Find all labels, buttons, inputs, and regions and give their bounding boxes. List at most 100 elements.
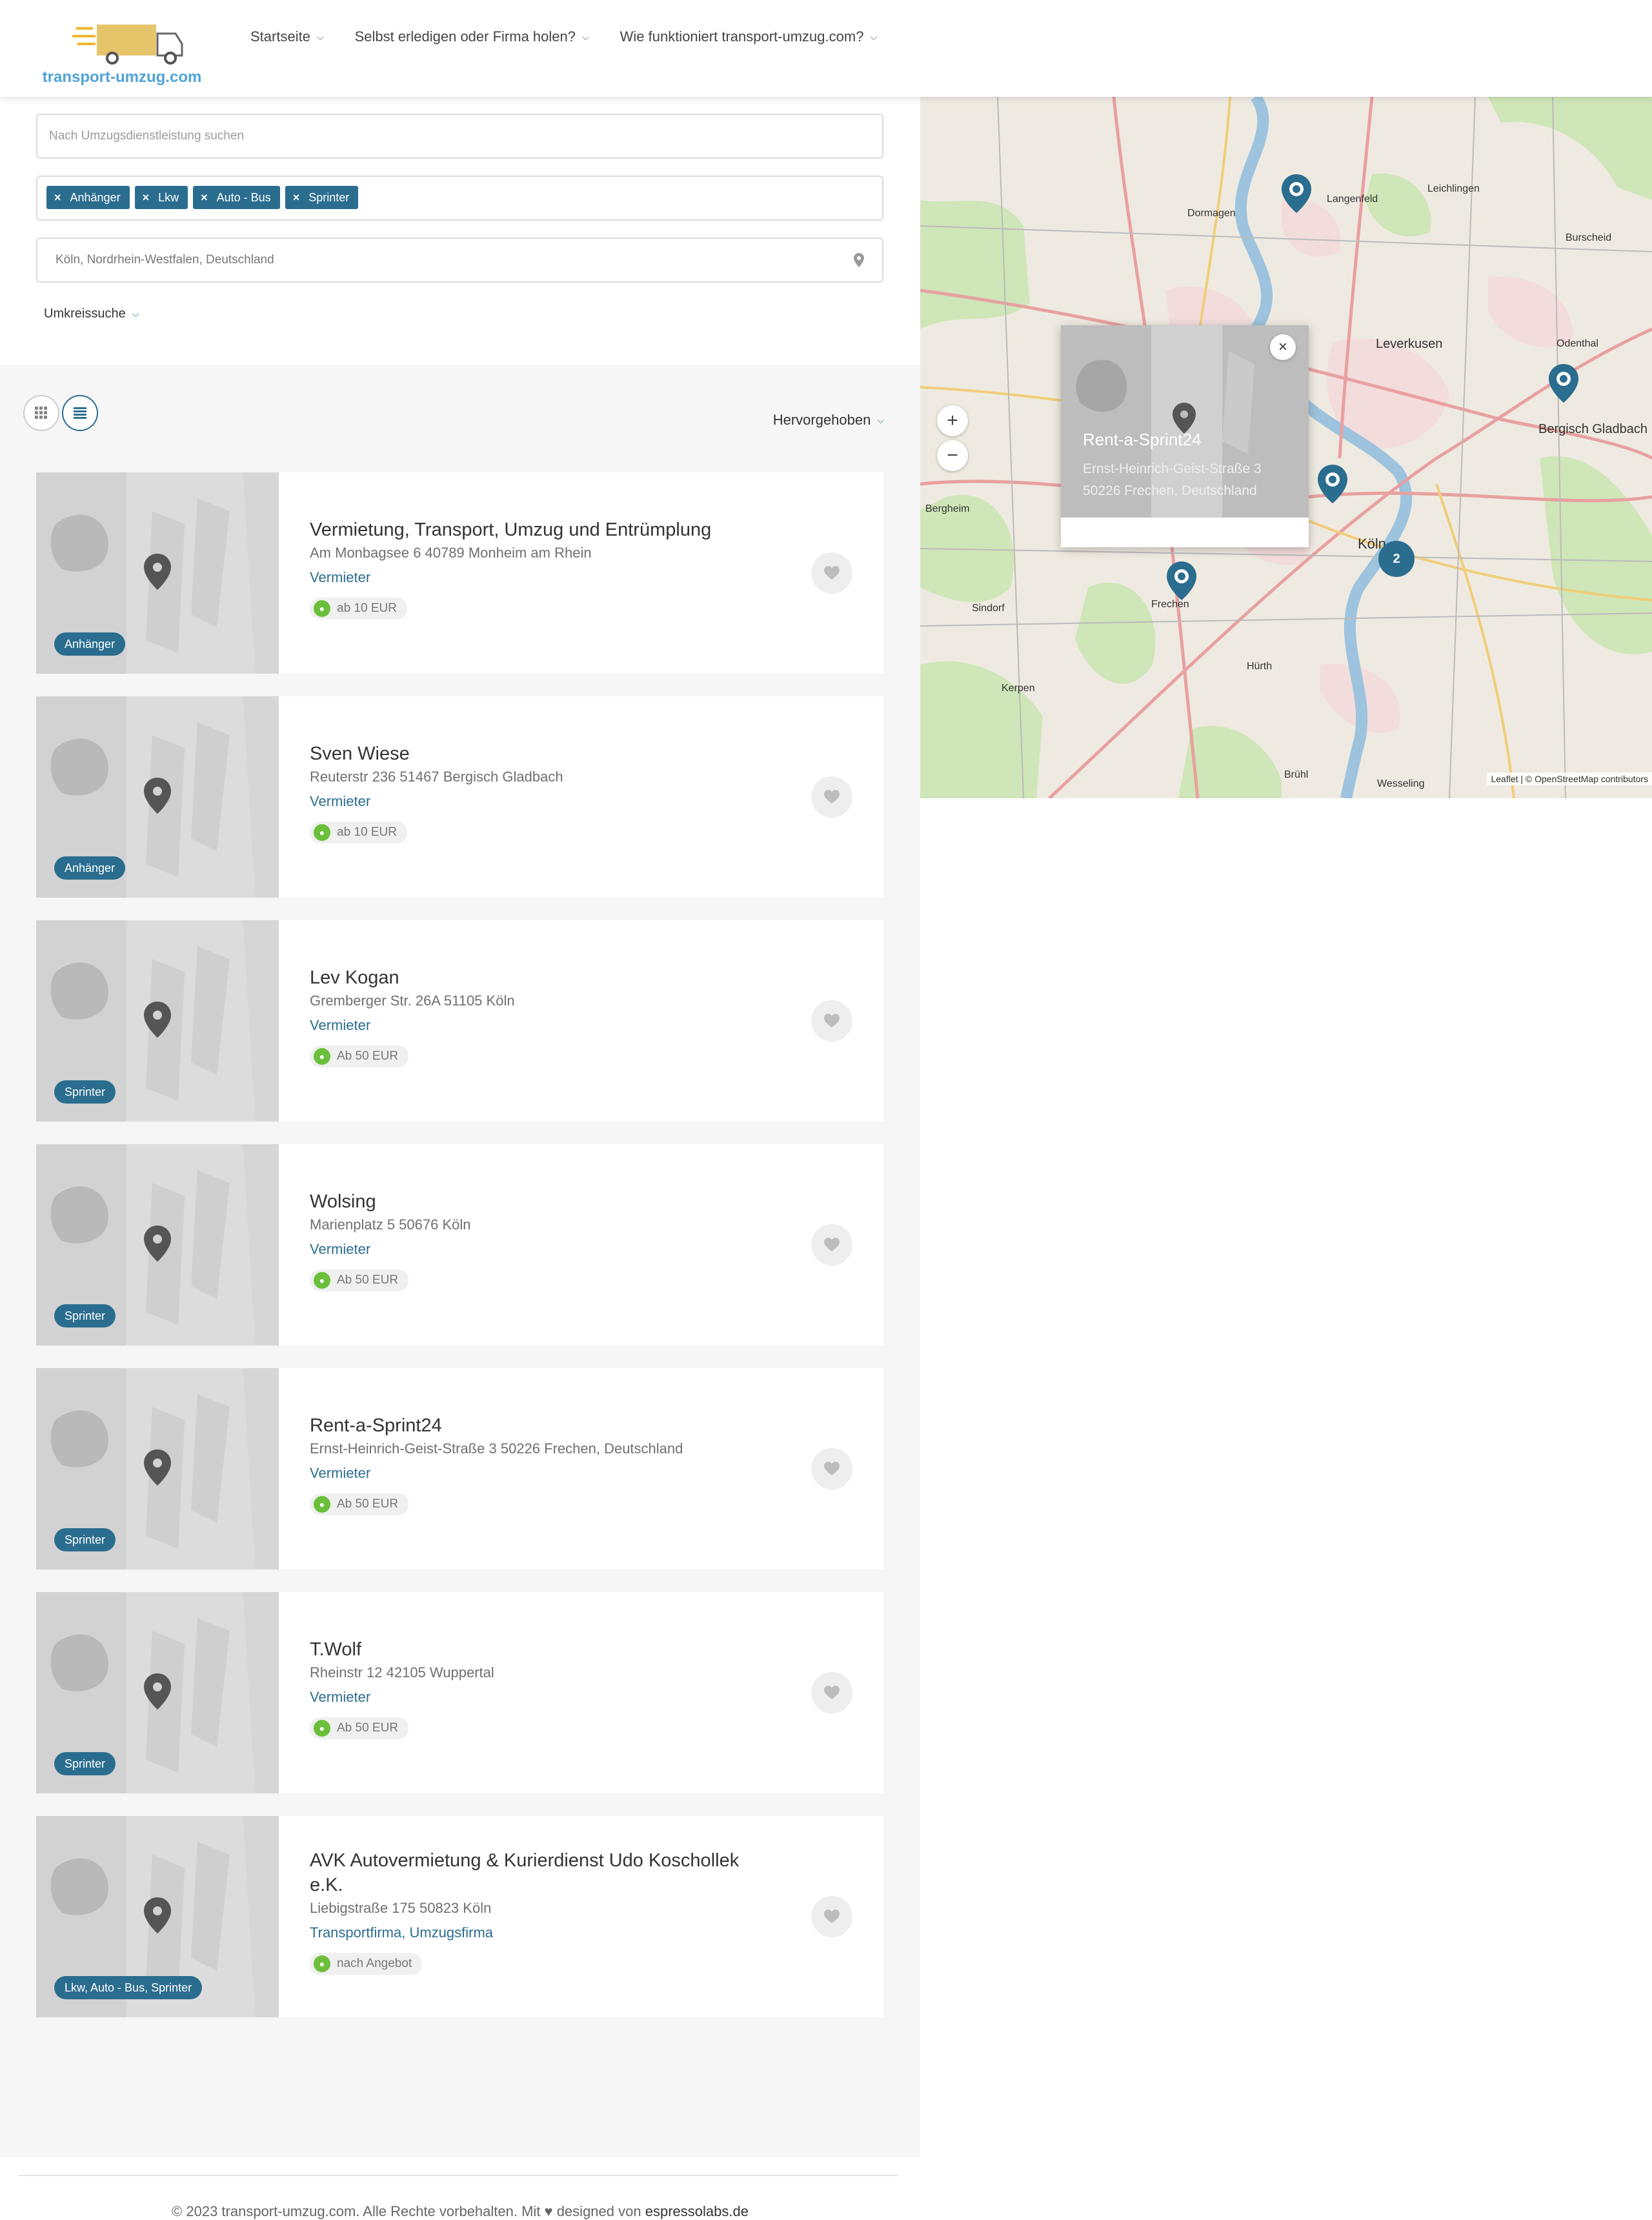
listing-card[interactable]: Sprinter Lev Kogan Gremberger Str. 26A 511… — [36, 920, 883, 1122]
remove-tag-icon[interactable]: × — [201, 186, 208, 209]
nav-label: Startseite — [250, 28, 310, 45]
listing-card[interactable]: Sprinter Wolsing Marienplatz 5 50676 Köln V… — [36, 1144, 883, 1346]
remove-tag-icon[interactable]: × — [293, 186, 300, 209]
listing-address: Marienplatz 5 50676 Köln — [310, 1216, 471, 1233]
listing-card[interactable]: Lkw, Auto - Bus, Sprinter AVK Autovermiet… — [36, 1816, 883, 2017]
radius-label: Umkreissuche — [44, 307, 126, 321]
listing-category[interactable]: Vermieter — [310, 793, 761, 810]
map-marker-icon[interactable] — [1547, 363, 1580, 404]
favorite-button[interactable] — [811, 1000, 852, 1042]
listing-category[interactable]: Vermieter — [310, 1017, 761, 1034]
price-label: Ab 50 EUR — [337, 1497, 399, 1511]
price-tag-icon: ● — [314, 600, 330, 617]
remove-tag-icon[interactable]: × — [143, 186, 150, 209]
listing-image[interactable]: Sprinter — [36, 1144, 279, 1346]
map-marker-icon[interactable] — [1280, 173, 1313, 214]
heart-icon — [824, 1686, 840, 1699]
favorite-button[interactable] — [811, 552, 852, 594]
tag-sprinter[interactable]: × Sprinter — [285, 186, 359, 209]
tag-auto-bus[interactable]: × Auto - Bus — [193, 186, 280, 209]
listing-image[interactable]: Lkw, Auto - Bus, Sprinter — [36, 1816, 279, 2017]
site-logo[interactable]: transport-umzug.com — [41, 19, 203, 90]
listing-title[interactable]: T.Wolf — [310, 1637, 761, 1662]
tag-label: Lkw — [158, 191, 179, 204]
price-tag-icon: ● — [314, 1272, 330, 1289]
nav-item-startseite[interactable]: Startseite ⌵ — [250, 27, 324, 46]
listing-image[interactable]: Sprinter — [36, 1368, 279, 1569]
listing-category[interactable]: Vermieter — [310, 569, 761, 586]
price-tag: ● Ab 50 EUR — [310, 1269, 409, 1291]
price-tag: ● ab 10 EUR — [310, 598, 407, 620]
listing-title[interactable]: Vermietung, Transport, Umzug und Entrümp… — [310, 518, 761, 542]
listing-image[interactable]: Anhänger — [36, 696, 279, 898]
listing-image[interactable]: Sprinter — [36, 920, 279, 1122]
chevron-down-icon: ⌵ — [870, 31, 878, 42]
favorite-button[interactable] — [811, 1896, 852, 1937]
price-tag-icon: ● — [314, 1955, 330, 1972]
favorite-button[interactable] — [811, 776, 852, 818]
tag-label: Anhänger — [70, 191, 121, 204]
nav-item-wie-funktioniert[interactable]: Wie funktioniert transport-umzug.com? ⌵ — [620, 27, 877, 46]
listing-card[interactable]: Anhänger Sven Wiese Reuterstr 236 51467 Be… — [36, 696, 883, 898]
listing-image[interactable]: Sprinter — [36, 1592, 279, 1793]
listing-title[interactable]: Rent-a-Sprint24 — [310, 1413, 761, 1438]
listing-card[interactable]: Sprinter Rent-a-Sprint24 Ernst-Heinrich-Ge… — [36, 1368, 883, 1569]
listing-info: Lev Kogan Gremberger Str. 26A 51105 Köln V… — [310, 965, 761, 1067]
price-label: ab 10 EUR — [337, 825, 397, 839]
listing-address: Gremberger Str. 26A 51105 Köln — [310, 993, 515, 1009]
grid-icon — [35, 407, 47, 419]
listing-address: Rheinstr 12 42105 Wuppertal — [310, 1664, 494, 1680]
map-marker-icon[interactable] — [1316, 463, 1349, 505]
listing-card[interactable]: Anhänger Vermietung, Transport, Umzug und… — [36, 472, 883, 674]
listing-title[interactable]: AVK Autovermietung & Kurierdienst Udo Ko… — [310, 1848, 761, 1897]
search-panel: Nach Umzugsdienstleistung suchen × Anhäng… — [0, 97, 920, 365]
sort-dropdown[interactable]: Hervorgehoben ⌵ — [773, 412, 884, 429]
heart-icon — [824, 1238, 840, 1251]
keyword-search-input[interactable]: Nach Umzugsdienstleistung suchen — [36, 114, 883, 159]
location-pin-icon[interactable] — [854, 253, 864, 267]
remove-tag-icon[interactable]: × — [54, 186, 61, 209]
popup-address-line: Ernst-Heinrich-Geist-Straße 3 — [1083, 461, 1262, 476]
map-attribution[interactable]: Leaflet | © OpenStreetMap contributors — [1487, 772, 1652, 785]
list-view-button[interactable] — [62, 395, 98, 431]
favorite-button[interactable] — [811, 1448, 852, 1489]
list-icon — [74, 407, 86, 419]
map-view[interactable]: Leichlingen Langenfeld Dormagen Burschei… — [920, 97, 1652, 798]
listing-card[interactable]: Sprinter T.Wolf Rheinstr 12 42105 Wupperta… — [36, 1592, 883, 1793]
price-tag: ● ab 10 EUR — [310, 822, 407, 843]
tag-lkw[interactable]: × Lkw — [134, 186, 188, 209]
grid-view-button[interactable] — [23, 395, 59, 431]
price-tag-icon: ● — [314, 1496, 330, 1513]
vehicle-type-badge: Sprinter — [54, 1528, 116, 1551]
listing-category[interactable]: Transportfirma, Umzugsfirma — [310, 1924, 761, 1941]
popup-address-line: 50226 Frechen, Deutschland — [1083, 483, 1257, 498]
map-marker-icon[interactable] — [1165, 560, 1198, 601]
popup-close-button[interactable]: × — [1270, 334, 1296, 360]
nav-label: Selbst erledigen oder Firma holen? — [354, 28, 576, 45]
map-cluster-marker[interactable]: 2 — [1378, 541, 1415, 577]
tag-label: Auto - Bus — [216, 191, 271, 204]
radius-search-toggle[interactable]: Umkreissuche ⌵ — [44, 307, 139, 321]
heart-icon — [824, 566, 840, 580]
favorite-button[interactable] — [811, 1672, 852, 1713]
zoom-in-button[interactable]: + — [937, 405, 968, 436]
popup-title[interactable]: Rent-a-Sprint24 — [1083, 430, 1202, 450]
nav-item-selbst-erledigen[interactable]: Selbst erledigen oder Firma holen? ⌵ — [355, 27, 589, 46]
tag-anhaenger[interactable]: × Anhänger — [46, 186, 130, 209]
favorite-button[interactable] — [811, 1224, 852, 1266]
footer-link[interactable]: espressolabs.de — [645, 2203, 749, 2219]
listing-title[interactable]: Lev Kogan — [310, 965, 761, 990]
nav-label: Wie funktioniert transport-umzug.com? — [620, 28, 864, 45]
heart-icon — [824, 1462, 840, 1475]
location-input[interactable]: Köln, Nordrhein-Westfalen, Deutschland — [36, 237, 883, 283]
listing-column: Nach Umzugsdienstleistung suchen × Anhäng… — [0, 97, 920, 2219]
listing-title[interactable]: Wolsing — [310, 1189, 761, 1214]
zoom-controls: + − — [937, 405, 968, 471]
listing-category[interactable]: Vermieter — [310, 1689, 761, 1706]
zoom-out-button[interactable]: − — [937, 440, 968, 471]
listing-category[interactable]: Vermieter — [310, 1241, 761, 1258]
listing-image[interactable]: Anhänger — [36, 472, 279, 674]
listing-category[interactable]: Vermieter — [310, 1465, 761, 1482]
listing-title[interactable]: Sven Wiese — [310, 742, 761, 766]
category-tag-input[interactable]: × Anhänger × Lkw × Auto - Bus × Sprinter — [36, 176, 883, 221]
